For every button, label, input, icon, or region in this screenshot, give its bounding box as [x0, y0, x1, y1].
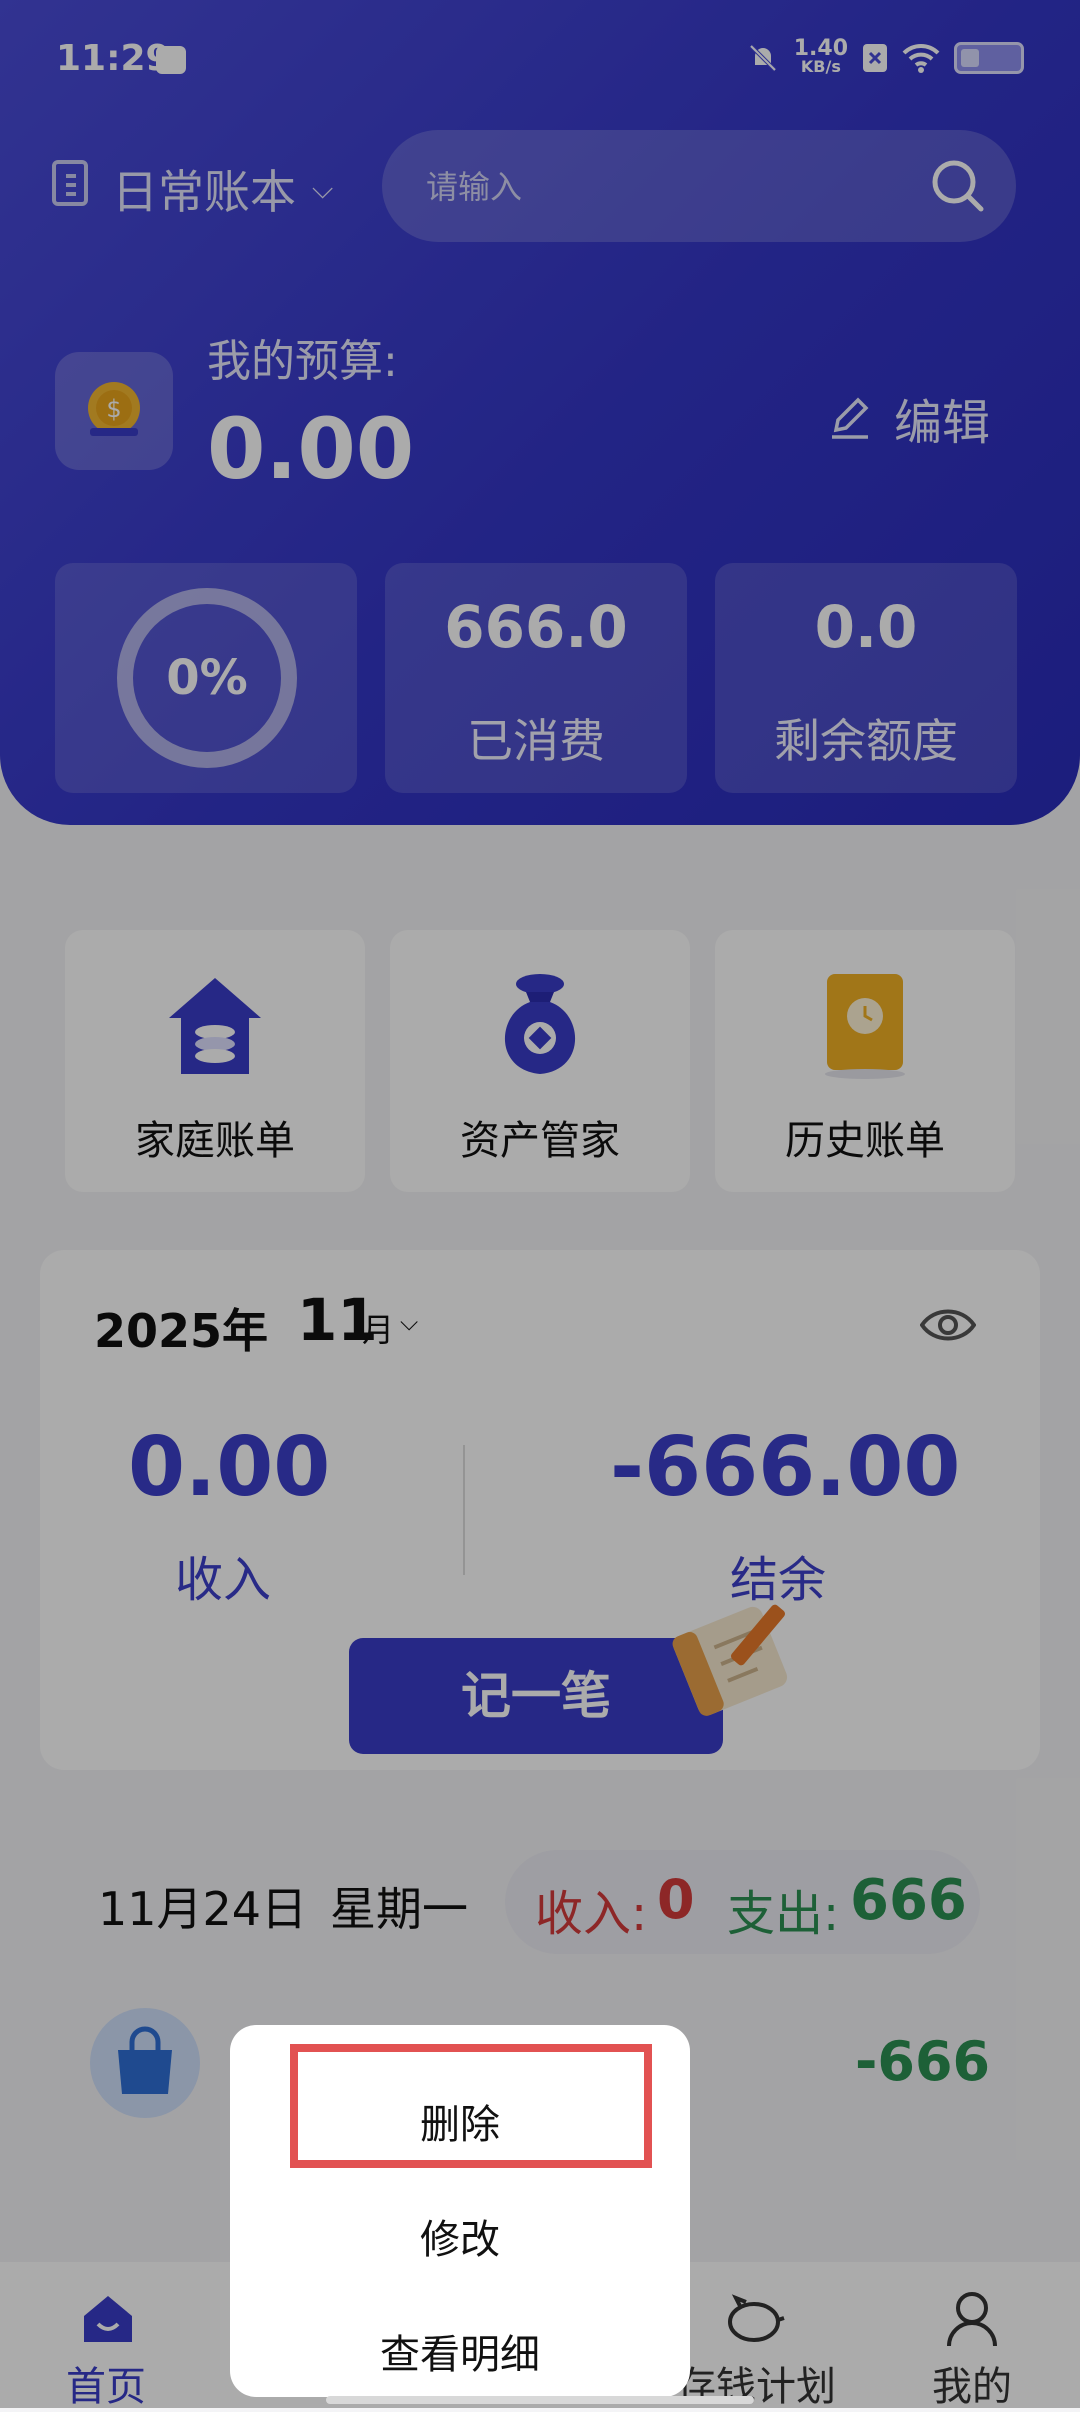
home-indicator[interactable]	[326, 2396, 754, 2404]
highlight-box	[290, 2044, 652, 2168]
menu-item-view-detail[interactable]: 查看明细	[230, 2322, 690, 2380]
menu-item-edit[interactable]: 修改	[230, 2207, 690, 2265]
